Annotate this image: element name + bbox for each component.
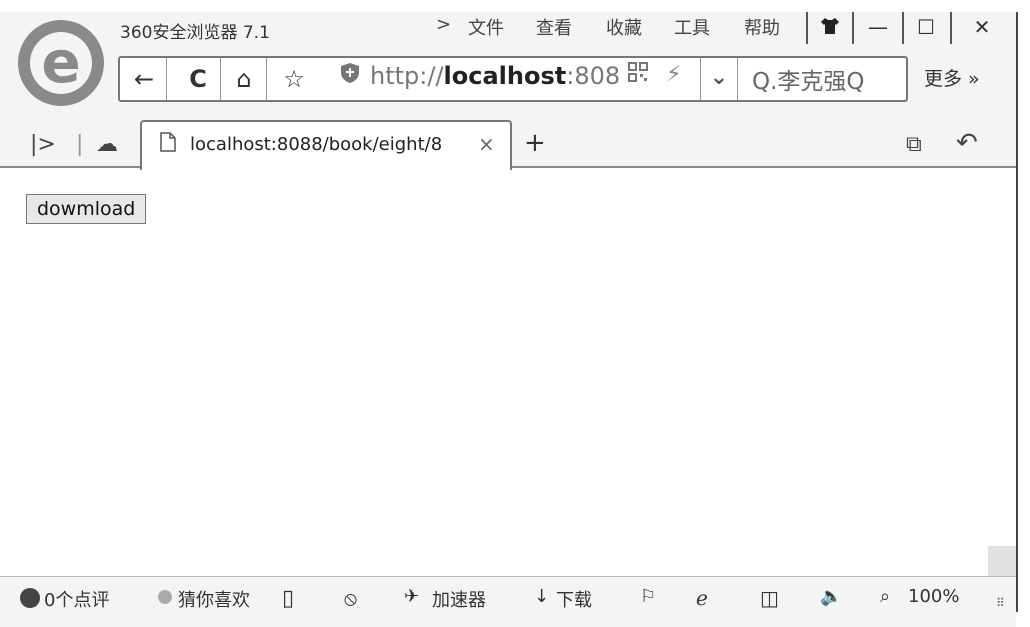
back-button[interactable]: ← (122, 58, 167, 100)
window-icon[interactable]: ◫ (760, 586, 779, 610)
status-download[interactable]: 下载 (556, 586, 592, 612)
download-button[interactable]: dowmload (26, 194, 147, 224)
new-tab-button[interactable]: + (524, 128, 546, 158)
flag-icon[interactable]: ⚐ (640, 586, 656, 607)
url-dropdown-button[interactable]: ⌄ (700, 58, 738, 100)
browser-logo-icon: e (41, 28, 81, 96)
download-arrow-icon: ↓ (534, 586, 550, 607)
tab-close-icon[interactable]: × (478, 132, 495, 156)
home-button[interactable]: ⌂ (222, 58, 267, 100)
status-guess[interactable]: 猜你喜欢 (178, 586, 250, 612)
menu-help[interactable]: 帮助 (744, 14, 780, 40)
favorite-button[interactable]: ☆ (272, 58, 316, 100)
url-rest: :808 (566, 62, 621, 90)
url-field[interactable]: http://localhost:808 (370, 62, 620, 90)
menu-file[interactable]: 文件 (468, 14, 504, 40)
search-box[interactable]: Q.李克强Q (752, 62, 865, 96)
resize-grip-icon[interactable]: ⠿ (996, 596, 1005, 610)
tomato-icon (20, 588, 40, 608)
cloud-icon[interactable]: ☁ (96, 132, 118, 157)
zoom-level[interactable]: 100% (908, 586, 959, 607)
minimize-button[interactable]: — (856, 12, 900, 44)
status-bar (0, 576, 1016, 627)
lightning-icon[interactable]: ⚡ (666, 62, 681, 87)
clock-icon[interactable]: ⦸ (344, 586, 357, 610)
ie-icon[interactable]: ℯ (696, 586, 708, 610)
qrcode-icon[interactable] (628, 62, 648, 88)
zoom-icon: ⌕ (880, 586, 891, 607)
page-icon (160, 132, 176, 157)
more-button[interactable]: 更多 » (924, 64, 980, 91)
window-title: 360安全浏览器 7.1 (120, 23, 270, 43)
rocket-icon: ✈ (404, 586, 420, 607)
tab-divider: | (76, 132, 84, 157)
undo-icon[interactable]: ↶ (956, 128, 978, 158)
window-frame-top (0, 0, 1030, 12)
menu-expand-icon[interactable]: > (436, 14, 451, 35)
shirt-icon (821, 18, 839, 34)
menu-tools[interactable]: 工具 (674, 14, 710, 40)
sidebar-toggle-icon[interactable]: |> (30, 132, 56, 157)
menu-favorites[interactable]: 收藏 (606, 14, 642, 40)
window-right-edge (1016, 12, 1030, 626)
skin-button[interactable] (808, 12, 852, 44)
guess-icon (158, 590, 172, 604)
phone-icon[interactable]: ▯ (282, 586, 294, 611)
menu-view[interactable]: 查看 (536, 14, 572, 40)
url-prefix: http:// (370, 62, 444, 90)
url-host: localhost (443, 62, 567, 90)
window-border (1016, 12, 1018, 612)
refresh-button[interactable]: C (176, 58, 221, 100)
restore-tab-icon[interactable]: ⧉ (906, 132, 922, 157)
status-accelerator[interactable]: 加速器 (432, 586, 486, 612)
window-divider (950, 12, 952, 44)
window-divider (852, 12, 854, 44)
status-reviews[interactable]: 0个点评 (44, 586, 109, 612)
close-button[interactable]: ✕ (960, 12, 1004, 44)
shield-icon (340, 62, 360, 90)
tab-title: localhost:8088/book/eight/8 (190, 134, 443, 155)
maximize-button[interactable]: ☐ (904, 12, 948, 44)
volume-icon[interactable]: 🔈 (820, 586, 842, 607)
scrollbar-corner (988, 546, 1016, 576)
